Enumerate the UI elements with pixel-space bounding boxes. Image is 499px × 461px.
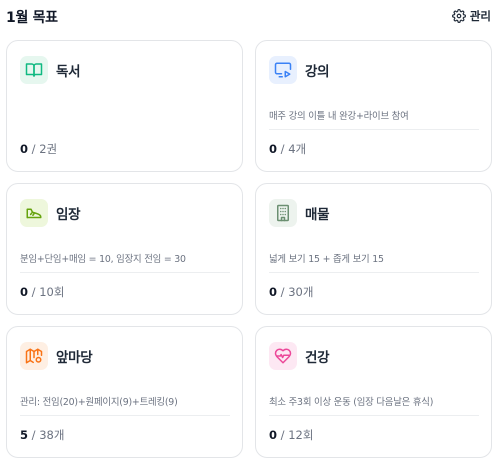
progress-target: 38개 <box>39 428 65 442</box>
card-description: 매주 강의 이틀 내 완강+라이브 참여 <box>269 111 409 122</box>
card-progress: 0 / 2권 <box>20 142 58 156</box>
card-description: 최소 주3회 이상 운동 (임장 다음날은 휴식) <box>269 397 434 408</box>
card-title: 앞마당 <box>56 350 93 366</box>
card-title: 건강 <box>305 350 330 366</box>
heart-pulse-icon <box>269 342 297 370</box>
card-title: 임장 <box>56 207 81 223</box>
progress-target: 2권 <box>39 142 58 156</box>
progress-target: 12회 <box>288 428 314 442</box>
goal-card-site-visit[interactable]: 임장 분임+단임+매임 = 10, 임장지 전임 = 30 0 / 10회 <box>6 183 243 315</box>
page-title: 1월 목표 <box>6 10 58 26</box>
progress-current: 0 <box>269 142 278 156</box>
card-description: 분임+단임+매임 = 10, 임장지 전임 = 30 <box>20 254 186 265</box>
progress-target: 30개 <box>288 285 314 299</box>
card-header: 앞마당 <box>20 342 93 370</box>
card-progress: 0 / 4개 <box>269 142 307 156</box>
goal-card-lecture[interactable]: 강의 매주 강의 이틀 내 완강+라이브 참여 0 / 4개 <box>255 40 492 172</box>
card-divider <box>269 415 479 416</box>
card-header: 독서 <box>20 56 81 84</box>
goal-card-front-yard[interactable]: 앞마당 관리: 전임(20)+원페이지(9)+트레킹(9) 5 / 38개 <box>6 326 243 458</box>
card-header: 매물 <box>269 199 330 227</box>
video-lecture-icon <box>269 56 297 84</box>
progress-target: 10회 <box>39 285 65 299</box>
walking-shoe-icon <box>20 199 48 227</box>
gear-icon <box>451 9 466 23</box>
manage-label: 관리 <box>469 9 491 23</box>
progress-current: 0 <box>20 142 29 156</box>
goal-card-listing[interactable]: 매물 넓게 보기 15 + 좁게 보기 15 0 / 30개 <box>255 183 492 315</box>
goal-card-reading[interactable]: 독서 0 / 2권 <box>6 40 243 172</box>
progress-current: 5 <box>20 428 29 442</box>
progress-target: 4개 <box>288 142 307 156</box>
progress-current: 0 <box>20 285 29 299</box>
goal-card-health[interactable]: 건강 최소 주3회 이상 운동 (임장 다음날은 휴식) 0 / 12회 <box>255 326 492 458</box>
card-header: 강의 <box>269 56 330 84</box>
map-pin-icon <box>20 342 48 370</box>
card-progress: 0 / 12회 <box>269 428 314 442</box>
card-title: 독서 <box>56 64 81 80</box>
card-progress: 0 / 30개 <box>269 285 314 299</box>
manage-button[interactable]: 관리 <box>451 8 491 24</box>
card-header: 건강 <box>269 342 330 370</box>
progress-current: 0 <box>269 285 278 299</box>
card-progress: 0 / 10회 <box>20 285 65 299</box>
header: 1월 목표 관리 <box>0 0 499 34</box>
card-divider <box>269 272 479 273</box>
building-icon <box>269 199 297 227</box>
book-open-icon <box>20 56 48 84</box>
card-title: 매물 <box>305 207 330 223</box>
card-description: 넓게 보기 15 + 좁게 보기 15 <box>269 254 384 265</box>
card-description: 관리: 전임(20)+원페이지(9)+트레킹(9) <box>20 397 178 408</box>
progress-current: 0 <box>269 428 278 442</box>
card-header: 임장 <box>20 199 81 227</box>
card-progress: 5 / 38개 <box>20 428 65 442</box>
card-divider <box>20 272 230 273</box>
card-divider <box>20 415 230 416</box>
goal-grid: 독서 0 / 2권 강의 매주 강의 이틀 내 완강+라이브 참여 0 / 4개 <box>6 40 492 458</box>
card-title: 강의 <box>305 64 330 80</box>
card-divider <box>269 129 479 130</box>
